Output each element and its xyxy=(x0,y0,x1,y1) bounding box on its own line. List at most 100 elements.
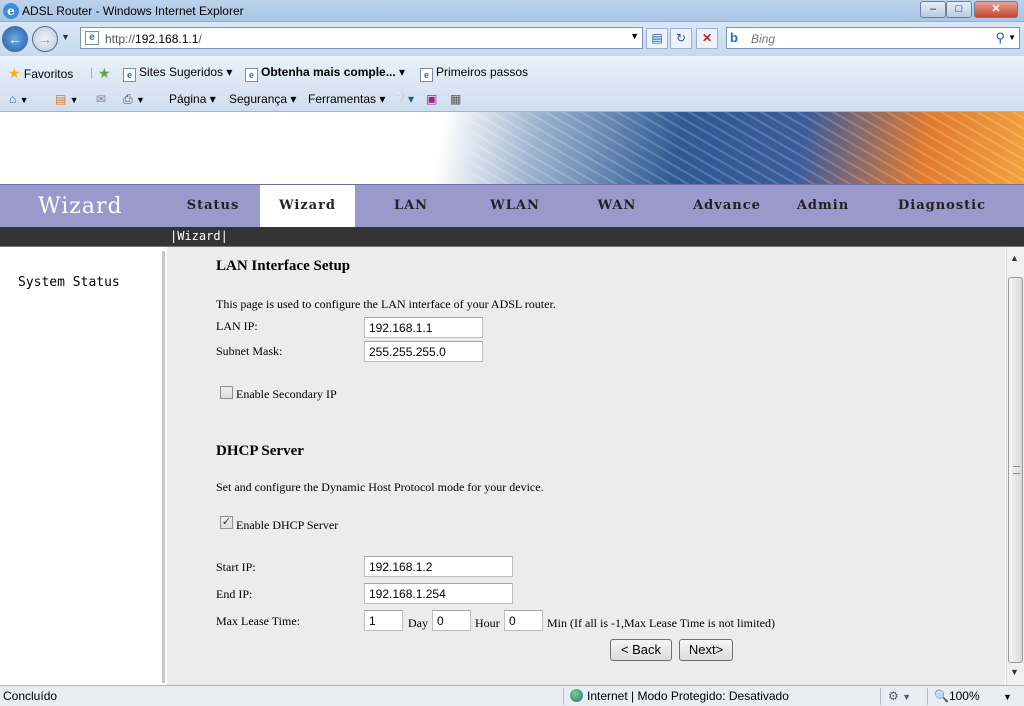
translate-icon[interactable]: ▦ xyxy=(450,92,461,106)
address-toolbar: ← → ▼ e http://192.168.1.1/ ▼ ▤ ↻ ✕ b Bi… xyxy=(0,22,1024,56)
globe-icon xyxy=(570,689,583,702)
sub-nav: |Wizard| xyxy=(0,227,1024,247)
scroll-down-icon[interactable]: ▼ xyxy=(1010,667,1019,677)
home-icon[interactable]: ⌂ ▼ xyxy=(9,92,29,106)
router-banner xyxy=(0,112,1024,184)
print-icon[interactable]: ⎙ ▼ xyxy=(123,92,145,107)
status-text: Concluído xyxy=(3,689,58,703)
start-ip-input[interactable]: 192.168.1.2 xyxy=(364,556,513,577)
compatibility-view-icon[interactable]: ▤ xyxy=(646,28,668,49)
suggested-sites-link[interactable]: e Sites Sugeridos ▾ xyxy=(123,65,232,82)
minimize-button[interactable]: – xyxy=(920,1,946,18)
popup-settings-icon[interactable]: ⚙ ▼ xyxy=(888,689,911,703)
separator xyxy=(927,688,928,705)
search-placeholder: Bing xyxy=(751,32,776,46)
bing-logo-icon: b xyxy=(730,30,738,45)
scroll-grip-icon xyxy=(1013,466,1020,474)
feeds-icon[interactable]: ▤ ▼ xyxy=(55,92,79,106)
tab-wan[interactable]: WAN xyxy=(576,185,658,227)
sidebar: System Status xyxy=(0,251,165,683)
page-menu[interactable]: Página ▾ xyxy=(169,92,216,106)
status-bar: Concluído Internet | Modo Protegido: Des… xyxy=(0,685,1024,706)
page-icon: e xyxy=(245,68,258,82)
search-icon[interactable]: ⚲ xyxy=(995,30,1005,46)
lease-min-input[interactable]: 0 xyxy=(504,610,543,631)
end-ip-input[interactable]: 192.168.1.254 xyxy=(364,583,513,604)
day-unit-label: Day xyxy=(408,616,428,630)
tab-lan[interactable]: LAN xyxy=(370,185,452,227)
forward-button[interactable]: → xyxy=(32,26,58,52)
close-button[interactable]: ✕ xyxy=(974,1,1018,18)
favorites-button[interactable]: ★ Favoritos xyxy=(8,65,73,82)
separator xyxy=(880,688,881,705)
router-logo: Wizard xyxy=(38,194,123,219)
url-text: http://192.168.1.1/ xyxy=(105,32,202,46)
subnet-mask-label: Subnet Mask: xyxy=(216,344,283,358)
back-button[interactable]: < Back xyxy=(610,639,672,661)
first-steps-link[interactable]: e Primeiros passos xyxy=(420,65,528,82)
search-dropdown-icon[interactable]: ▼ xyxy=(1008,33,1016,42)
star-icon: ★ xyxy=(8,65,21,81)
maximize-button[interactable]: □ xyxy=(946,1,972,18)
tab-advance[interactable]: Advance xyxy=(682,185,772,227)
page-icon: e xyxy=(420,68,433,82)
security-menu[interactable]: Segurança ▾ xyxy=(229,92,296,106)
url-dropdown-icon[interactable]: ▼ xyxy=(630,31,639,41)
get-more-addons-link[interactable]: e Obtenha mais comple... ▾ xyxy=(245,65,405,82)
banner-graphic xyxy=(470,112,1024,184)
separator xyxy=(563,688,564,705)
vertical-scrollbar[interactable]: ▲ ▼ xyxy=(1006,247,1024,685)
main-nav: Wizard Status Wizard LAN WLAN WAN Advanc… xyxy=(0,184,1024,227)
end-ip-label: End IP: xyxy=(216,587,253,601)
subnet-mask-input[interactable]: 255.255.255.0 xyxy=(364,341,483,362)
tab-status[interactable]: Status xyxy=(172,185,254,227)
page-icon: e xyxy=(85,31,99,45)
zoom-control[interactable]: 🔍100% ▼ xyxy=(934,689,1012,703)
stop-icon[interactable]: ✕ xyxy=(696,28,718,49)
help-icon[interactable]: ❔▾ xyxy=(393,92,414,106)
favorites-bar: ★ Favoritos | ★ e Sites Sugeridos ▾ e Obte… xyxy=(0,56,1024,86)
scroll-up-icon[interactable]: ▲ xyxy=(1010,253,1019,263)
tab-wizard[interactable]: Wizard xyxy=(260,185,355,227)
back-button[interactable]: ← xyxy=(2,26,28,52)
dhcp-section-title: DHCP Server xyxy=(216,443,304,459)
tools-menu[interactable]: Ferramentas ▾ xyxy=(308,92,385,106)
lan-ip-input[interactable]: 192.168.1.1 xyxy=(364,317,483,338)
lease-hour-input[interactable]: 0 xyxy=(432,610,471,631)
tab-diagnostic[interactable]: Diagnostic xyxy=(890,185,994,227)
page-body: System Status LAN Interface Setup This p… xyxy=(0,247,1024,685)
window-title: ADSL Router - Windows Internet Explorer xyxy=(22,4,244,18)
lease-min-note: Min (If all is -1,Max Lease Time is not … xyxy=(547,616,775,630)
sidebar-item-system-status[interactable]: System Status xyxy=(18,275,120,290)
secondary-ip-label: Enable Secondary IP xyxy=(236,387,337,401)
scroll-thumb[interactable] xyxy=(1008,277,1023,663)
url-input[interactable]: e http://192.168.1.1/ ▼ xyxy=(80,27,643,49)
refresh-icon[interactable]: ↻ xyxy=(670,28,692,49)
lan-description: This page is used to configure the LAN i… xyxy=(216,297,556,311)
lease-day-input[interactable]: 1 xyxy=(364,610,403,631)
mail-icon[interactable]: ✉ xyxy=(96,92,106,106)
add-favorite-icon[interactable]: ★ xyxy=(98,65,111,82)
enable-dhcp-label: Enable DHCP Server xyxy=(236,518,339,532)
security-zone[interactable]: Internet | Modo Protegido: Desativado xyxy=(570,689,789,703)
hour-unit-label: Hour xyxy=(475,616,500,630)
window-titlebar: e ADSL Router - Windows Internet Explore… xyxy=(0,0,1024,22)
search-input[interactable]: b Bing ⚲ ▼ xyxy=(726,27,1020,49)
subnav-wizard-link[interactable]: |Wizard| xyxy=(170,229,228,243)
enable-dhcp-checkbox[interactable]: ✓ xyxy=(220,516,233,529)
internet-explorer-icon: e xyxy=(3,3,19,19)
secondary-ip-checkbox[interactable] xyxy=(220,386,233,399)
research-icon[interactable]: ▣ xyxy=(426,92,437,106)
command-bar: ⌂ ▼ ▤ ▼ ✉ ⎙ ▼ Página ▾ Segurança ▾ Ferra… xyxy=(0,86,1024,112)
tab-admin[interactable]: Admin xyxy=(782,185,864,227)
dhcp-description: Set and configure the Dynamic Host Proto… xyxy=(216,480,544,494)
lan-ip-label: LAN IP: xyxy=(216,319,258,333)
lan-section-title: LAN Interface Setup xyxy=(216,258,351,274)
history-dropdown-icon[interactable]: ▼ xyxy=(61,32,70,42)
max-lease-label: Max Lease Time: xyxy=(216,614,300,628)
tab-wlan[interactable]: WLAN xyxy=(474,185,556,227)
next-button[interactable]: Next> xyxy=(679,639,733,661)
content-panel: LAN Interface Setup This page is used to… xyxy=(167,247,1005,685)
page-icon: e xyxy=(123,68,136,82)
start-ip-label: Start IP: xyxy=(216,560,256,574)
